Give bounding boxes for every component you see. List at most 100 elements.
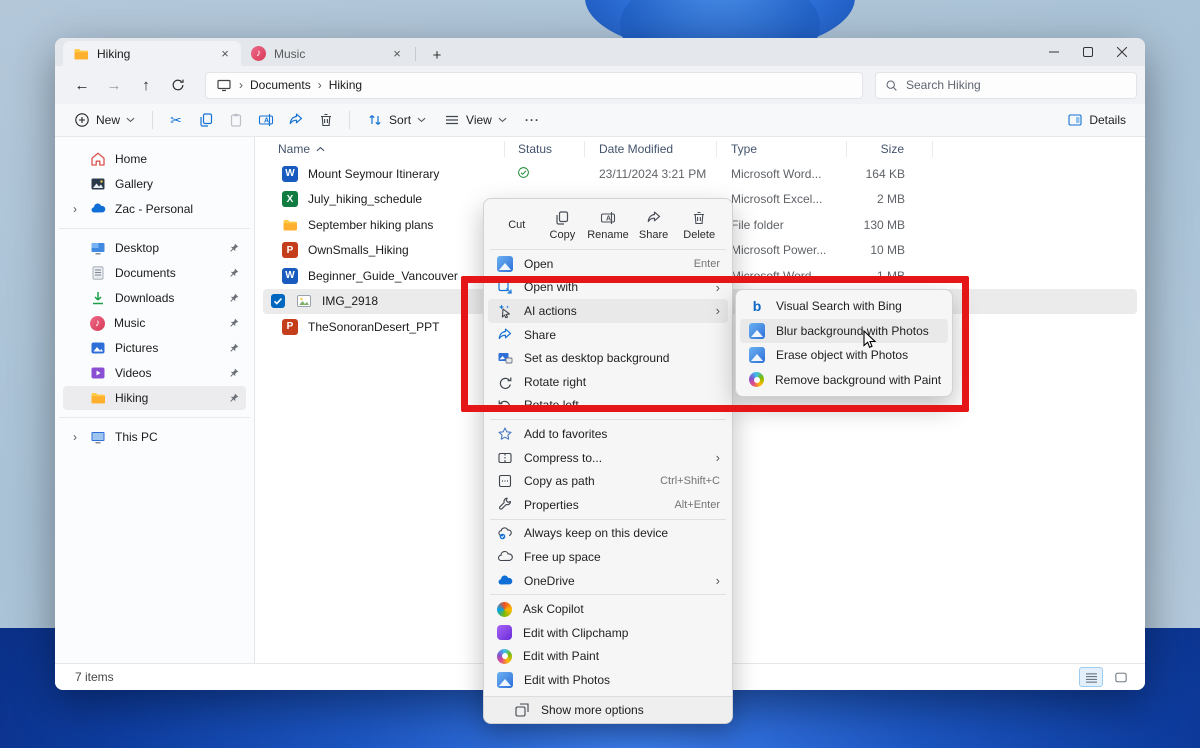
sidebar-item-label: Downloads: [115, 291, 219, 305]
breadcrumb-item-documents[interactable]: Documents: [250, 78, 311, 92]
sidebar-item-music[interactable]: ♪ Music: [63, 311, 246, 335]
paste-button[interactable]: [223, 107, 249, 133]
sidebar-item-gallery[interactable]: Gallery: [63, 172, 246, 196]
close-button[interactable]: [1105, 41, 1139, 63]
column-header-name[interactable]: Name: [255, 141, 505, 157]
folder-icon: [73, 46, 89, 62]
sidebar-item-this-pc[interactable]: › This PC: [63, 425, 246, 449]
menu-item-properties[interactable]: PropertiesAlt+Enter: [488, 493, 728, 517]
menu-item-always-keep-on-device[interactable]: Always keep on this device: [488, 522, 728, 546]
sidebar-item-desktop[interactable]: Desktop: [63, 236, 246, 260]
menu-item-compress-to[interactable]: Compress to...›: [488, 446, 728, 470]
maximize-button[interactable]: [1071, 41, 1105, 63]
menu-item-copy-as-path[interactable]: Copy as pathCtrl+Shift+C: [488, 469, 728, 493]
toolbar-separator: [349, 111, 350, 129]
menu-item-add-to-favorites[interactable]: Add to favorites: [488, 422, 728, 446]
rename-button[interactable]: A: [253, 107, 279, 133]
breadcrumb-separator: ›: [239, 78, 243, 92]
file-size: 130 MB: [847, 218, 933, 232]
minimize-button[interactable]: [1037, 41, 1071, 63]
sort-icon: [367, 112, 383, 128]
file-name: September hiking plans: [308, 218, 433, 232]
quick-actions-row: ✂Cut Copy ARename Share Delete: [488, 203, 728, 247]
column-header-size[interactable]: Size: [847, 141, 933, 157]
share-icon: [646, 210, 662, 226]
tab-strip: Hiking × ♪ Music × +: [55, 38, 1145, 66]
tab-close-icon[interactable]: ×: [217, 46, 233, 62]
paint-icon: [497, 649, 512, 664]
search-input[interactable]: Search Hiking: [875, 72, 1137, 99]
menu-item-show-more-options[interactable]: Show more options: [484, 696, 732, 723]
cut-button[interactable]: ✂: [163, 107, 189, 133]
shortcut: Enter: [694, 258, 720, 270]
tab-close-icon[interactable]: ×: [389, 46, 405, 62]
new-button[interactable]: New: [67, 107, 142, 133]
breadcrumb[interactable]: › Documents › Hiking: [205, 72, 863, 99]
expand-chevron-icon[interactable]: ›: [69, 430, 81, 444]
tab-music[interactable]: ♪ Music ×: [241, 41, 413, 66]
share-icon: [288, 112, 304, 128]
new-tab-button[interactable]: +: [426, 44, 448, 66]
view-button[interactable]: View: [437, 107, 514, 133]
copy-button[interactable]: Copy: [540, 210, 584, 241]
sort-button[interactable]: Sort: [360, 107, 433, 133]
menu-item-open[interactable]: OpenEnter: [488, 252, 728, 276]
sidebar-item-label: Hiking: [115, 391, 219, 405]
sidebar-separator: [59, 417, 250, 418]
delete-button[interactable]: [313, 107, 339, 133]
column-header-type[interactable]: Type: [717, 141, 847, 157]
onedrive-icon: [497, 573, 513, 589]
column-header-date-modified[interactable]: Date Modified: [585, 141, 717, 157]
command-toolbar: New ✂ A Sort View ··· Details: [55, 104, 1145, 137]
menu-item-edit-with-photos[interactable]: Edit with Photos: [488, 668, 728, 692]
sidebar-item-label: Videos: [115, 366, 219, 380]
menu-item-ask-copilot[interactable]: Ask Copilot: [488, 597, 728, 621]
view-icon: [444, 112, 460, 128]
view-button-label: View: [466, 113, 492, 127]
back-icon[interactable]: ←: [69, 72, 95, 98]
menu-item-onedrive[interactable]: OneDrive›: [488, 569, 728, 593]
menu-item-edit-with-clipchamp[interactable]: Edit with Clipchamp: [488, 621, 728, 645]
sidebar-item-hiking[interactable]: Hiking: [63, 386, 246, 410]
sidebar-item-onedrive-personal[interactable]: › Zac - Personal: [63, 197, 246, 221]
column-header-status[interactable]: Status: [505, 141, 585, 157]
checkbox-checked-icon[interactable]: [270, 293, 286, 309]
breadcrumb-item-hiking[interactable]: Hiking: [329, 78, 362, 92]
share-button[interactable]: [283, 107, 309, 133]
gallery-icon: [90, 176, 106, 192]
sidebar-item-videos[interactable]: Videos: [63, 361, 246, 385]
file-name: OwnSmalls_Hiking: [308, 243, 409, 257]
table-row[interactable]: WMount Seymour Itinerary 23/11/2024 3:21…: [255, 161, 1145, 187]
menu-item-free-up-space[interactable]: Free up space: [488, 545, 728, 569]
refresh-icon[interactable]: [165, 72, 191, 98]
sidebar-item-downloads[interactable]: Downloads: [63, 286, 246, 310]
cut-button[interactable]: ✂Cut: [495, 219, 539, 231]
sidebar-item-label: Home: [115, 152, 240, 166]
sidebar-item-label: Pictures: [115, 341, 219, 355]
chevron-down-icon: [417, 117, 426, 123]
show-more-icon: [514, 702, 530, 718]
sidebar-item-pictures[interactable]: Pictures: [63, 336, 246, 360]
see-more-button[interactable]: ···: [518, 107, 547, 133]
sidebar-item-documents[interactable]: Documents: [63, 261, 246, 285]
details-pane-button[interactable]: Details: [1060, 107, 1133, 133]
shortcut: Ctrl+Shift+C: [660, 475, 720, 487]
delete-button[interactable]: Delete: [677, 210, 721, 241]
this-pc-icon: [216, 77, 232, 93]
tab-hiking[interactable]: Hiking ×: [63, 41, 241, 66]
thumbnail-view-button[interactable]: [1109, 667, 1133, 687]
list-view-button[interactable]: [1079, 667, 1103, 687]
sidebar-item-label: This PC: [115, 430, 240, 444]
share-button[interactable]: Share: [632, 210, 676, 241]
sort-button-label: Sort: [389, 113, 411, 127]
up-icon[interactable]: ↑: [133, 72, 159, 98]
sidebar-item-home[interactable]: Home: [63, 147, 246, 171]
copy-button[interactable]: [193, 107, 219, 133]
word-file-icon: W: [282, 268, 298, 284]
menu-item-edit-with-paint[interactable]: Edit with Paint: [488, 645, 728, 669]
rename-button[interactable]: ARename: [586, 210, 630, 241]
expand-chevron-icon[interactable]: ›: [69, 202, 81, 216]
photos-icon: [497, 672, 513, 688]
details-pane-icon: [1067, 112, 1083, 128]
forward-icon[interactable]: →: [101, 72, 127, 98]
